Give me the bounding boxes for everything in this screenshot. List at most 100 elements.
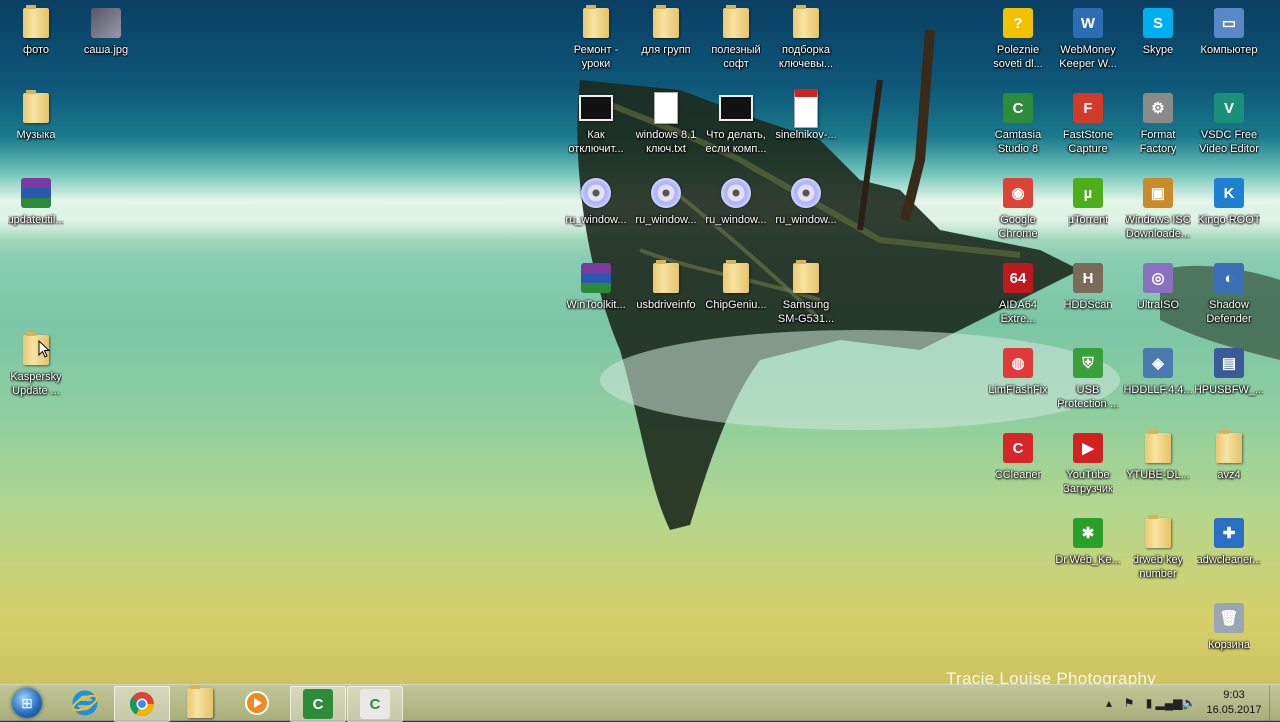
desktop-icon-14[interactable]: ru_window... bbox=[628, 176, 704, 227]
folder-icon bbox=[1212, 430, 1246, 465]
desktop-icon-22[interactable]: W WebMoney Keeper W... bbox=[1050, 6, 1126, 71]
show-desktop-button[interactable] bbox=[1269, 685, 1280, 721]
desktop-icon-47[interactable]: ✚ adwcleaner... bbox=[1191, 516, 1267, 567]
desktop-icon-33[interactable]: 64 AIDA64 Extre... bbox=[980, 261, 1056, 326]
taskbar-internet-explorer[interactable] bbox=[58, 686, 112, 720]
desktop-icon-29[interactable]: ◉ Google Chrome bbox=[980, 176, 1056, 241]
folder-icon bbox=[719, 260, 753, 295]
desktop-icon-39[interactable]: ◈ HDDLLF.4.4... bbox=[1120, 346, 1196, 397]
desktop-icon-3[interactable]: updateutil... bbox=[0, 176, 74, 227]
desktop-icon-label: подборка ключевы... bbox=[778, 44, 834, 70]
desktop-icon-9[interactable]: Как отключит... bbox=[558, 91, 634, 156]
taskbar-google-chrome[interactable] bbox=[114, 686, 170, 722]
taskbar-camtasia-1[interactable]: C bbox=[290, 686, 346, 722]
desktop-icon-7[interactable]: полезный софт bbox=[698, 5, 774, 71]
desktop-icon-21[interactable]: ? Poleznie soveti dl... bbox=[980, 6, 1056, 71]
volume-icon[interactable]: 🔈 bbox=[1179, 693, 1199, 713]
desktop-icon-40[interactable]: ▤ HPUSBFW_... bbox=[1191, 346, 1267, 397]
desktop-icon-2[interactable]: Музыка bbox=[0, 90, 74, 142]
mouse-cursor-icon bbox=[38, 340, 50, 358]
desktop-icon-1[interactable]: саша.jpg bbox=[68, 6, 144, 57]
flag-icon[interactable]: ⚑ bbox=[1119, 693, 1139, 713]
camtasia-icon: C bbox=[303, 689, 333, 719]
adwcleaner-icon: ✚ bbox=[1212, 516, 1246, 550]
desktop-icon-15[interactable]: ru_window... bbox=[698, 176, 774, 227]
desktop-icon-18[interactable]: usbdriveinfo bbox=[628, 260, 704, 312]
desktop-icon-17[interactable]: WinToolkit... bbox=[558, 261, 634, 312]
desktop-icon-label: Google Chrome bbox=[998, 214, 1038, 240]
taskbar-file-explorer[interactable] bbox=[173, 685, 227, 720]
video-file-icon bbox=[719, 91, 753, 125]
desktop-icon-44[interactable]: avz4 bbox=[1191, 430, 1267, 482]
desktop-icon-36[interactable]: ◐ Shadow Defender bbox=[1191, 261, 1267, 326]
desktop-icon-19[interactable]: ChipGeniu... bbox=[698, 260, 774, 312]
desktop-icon-label: Корзина bbox=[1208, 639, 1250, 651]
taskbar-camtasia-2[interactable]: C bbox=[347, 686, 403, 722]
desktop-icon-label: Музыка bbox=[16, 129, 56, 141]
desktop-icon-43[interactable]: YTUBE-DL... bbox=[1120, 430, 1196, 482]
desktop-icon-20[interactable]: Samsung SM-G531... bbox=[768, 260, 844, 326]
desktop-icon-23[interactable]: S Skype bbox=[1120, 6, 1196, 57]
desktop-icon-42[interactable]: ▶ YouTube Загрузчик bbox=[1050, 431, 1126, 496]
pdf-file-icon bbox=[789, 88, 823, 128]
folder-icon bbox=[19, 5, 53, 40]
desktop-icon-37[interactable]: ◍ LimFlashFix bbox=[980, 346, 1056, 397]
ccleaner-icon: C bbox=[1001, 431, 1035, 465]
winrar-icon bbox=[19, 176, 53, 210]
desktop-icon-label: windows 8.1 ключ.txt bbox=[635, 129, 697, 155]
start-button[interactable]: ⊞ bbox=[6, 687, 48, 719]
disc-image-icon bbox=[719, 176, 753, 210]
desktop-icon-38[interactable]: ⛨ USB Protection ... bbox=[1050, 346, 1126, 411]
desktop-icon-8[interactable]: подборка ключевы... bbox=[768, 5, 844, 71]
desktop-icon-45[interactable]: ✱ Dr.Web_Ke... bbox=[1050, 516, 1126, 567]
folder-icon bbox=[1141, 515, 1175, 550]
desktop-icon-27[interactable]: ⚙ Format Factory bbox=[1120, 91, 1196, 156]
desktop-icon-4[interactable]: Kaspersky Update ... bbox=[0, 332, 74, 398]
desktop-icon-label: YouTube Загрузчик bbox=[1063, 469, 1113, 495]
desktop-icon-label: HDDScan bbox=[1063, 299, 1113, 311]
desktop-icon-label: Poleznie soveti dl... bbox=[993, 44, 1043, 70]
desktop-icon-10[interactable]: windows 8.1 ключ.txt bbox=[628, 91, 704, 156]
folder-icon bbox=[789, 5, 823, 40]
desktop-icon-16[interactable]: ru_window... bbox=[768, 176, 844, 227]
chrome-icon bbox=[129, 692, 154, 717]
desktop-icon-5[interactable]: Ремонт - уроки bbox=[558, 5, 634, 71]
desktop-icon-label: Ремонт - уроки bbox=[573, 44, 619, 70]
windows-logo-icon: ⊞ bbox=[12, 688, 42, 718]
desktop-icon-30[interactable]: µ µTorrent bbox=[1050, 176, 1126, 227]
desktop-icon-label: ChipGeniu... bbox=[705, 299, 767, 311]
desktop-icon-label: Компьютер bbox=[1200, 44, 1258, 56]
taskbar-clock[interactable]: 9:03 16.05.2017 bbox=[1199, 688, 1269, 718]
folder-icon bbox=[789, 260, 823, 295]
file-explorer-icon bbox=[187, 685, 213, 718]
folder-icon bbox=[649, 260, 683, 295]
desktop-icon-26[interactable]: F FastStone Capture bbox=[1050, 91, 1126, 156]
internet-explorer-icon bbox=[72, 690, 98, 716]
desktop-icon-25[interactable]: C Camtasia Studio 8 bbox=[980, 91, 1056, 156]
desktop-icon-48[interactable]: 🗑 Корзина bbox=[1191, 601, 1267, 652]
network-icon[interactable]: ▂▄▆ bbox=[1156, 693, 1183, 713]
desktop-icon-label: для групп bbox=[641, 44, 691, 56]
desktop-icon-label: adwcleaner... bbox=[1196, 554, 1262, 566]
desktop-icon-35[interactable]: ◎ UltraISO bbox=[1120, 261, 1196, 312]
folder-icon bbox=[649, 5, 683, 40]
chevron-up-icon[interactable]: ▴ bbox=[1099, 693, 1119, 713]
text-file-icon bbox=[649, 91, 683, 125]
desktop-icon-label: Kingo ROOT bbox=[1197, 214, 1261, 226]
desktop-icon-0[interactable]: фото bbox=[0, 5, 74, 57]
desktop-icon-11[interactable]: Что делать, если комп... bbox=[698, 91, 774, 156]
desktop-icon-6[interactable]: для групп bbox=[628, 5, 704, 57]
desktop-icon-28[interactable]: V VSDC Free Video Editor bbox=[1191, 91, 1267, 156]
desktop-icon-31[interactable]: ▣ Windows ISO Downloade... bbox=[1120, 176, 1196, 241]
taskbar-media-player[interactable] bbox=[230, 686, 284, 720]
clock-date: 16.05.2017 bbox=[1206, 704, 1262, 716]
desktop-icon-13[interactable]: ru_window... bbox=[558, 176, 634, 227]
desktop-icon-41[interactable]: C CCleaner bbox=[980, 431, 1056, 482]
desktop-icon-34[interactable]: H HDDScan bbox=[1050, 261, 1126, 312]
desktop-icon-12[interactable]: sinelnikov-... bbox=[768, 88, 844, 142]
desktop-icon-46[interactable]: drweb key number bbox=[1120, 515, 1196, 581]
desktop-icon-24[interactable]: ▭ Компьютер bbox=[1191, 6, 1267, 57]
desktop-icon-label: саша.jpg bbox=[83, 44, 129, 56]
desktop-icon-32[interactable]: K Kingo ROOT bbox=[1191, 176, 1267, 227]
desktop-icon-label: Samsung SM-G531... bbox=[777, 299, 835, 325]
